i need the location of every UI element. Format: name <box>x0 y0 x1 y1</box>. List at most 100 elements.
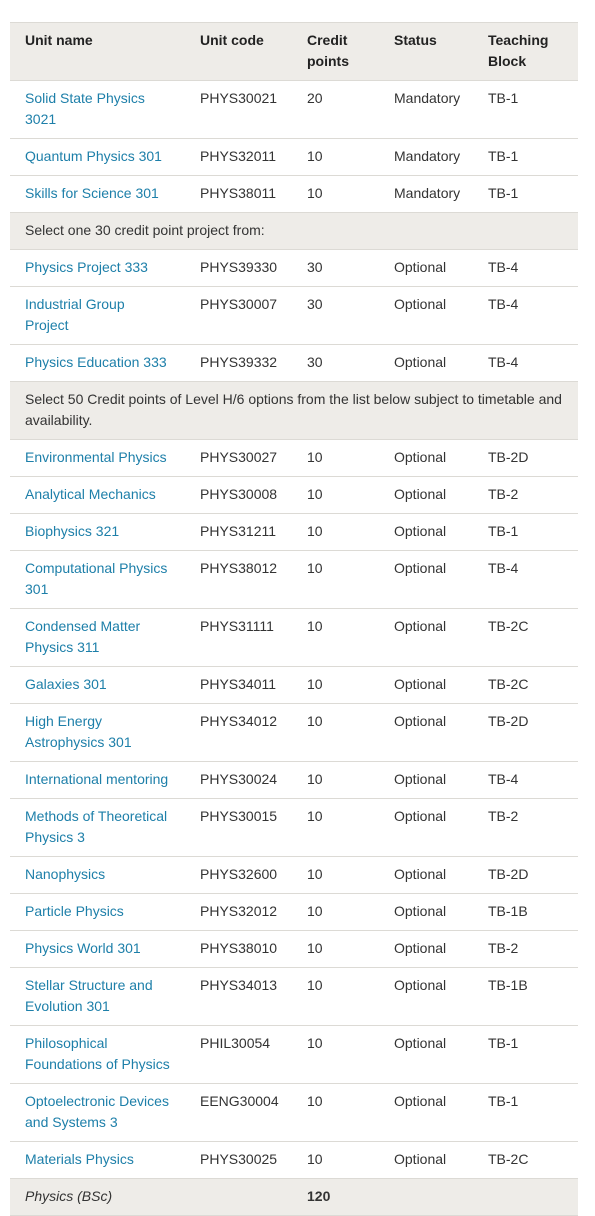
unit-link[interactable]: High Energy Astrophysics 301 <box>25 713 132 750</box>
table-row: Galaxies 301 PHYS34011 10 Optional TB-2C <box>10 666 578 704</box>
unit-link[interactable]: Stellar Structure and Evolution 301 <box>25 977 153 1014</box>
table-row: Physics World 301 PHYS38010 10 Optional TB-2 <box>10 930 578 968</box>
unit-code: PHYS39332 <box>185 344 292 382</box>
status: Optional <box>379 249 473 287</box>
header-teaching-block: Teaching Block <box>473 22 578 81</box>
programme-name: Physics (BSc) <box>10 1178 185 1216</box>
table-row: Physics Project 333 PHYS39330 30 Optional TB… <box>10 249 578 287</box>
credit-points: 10 <box>292 856 379 894</box>
unit-code: PHYS32011 <box>185 138 292 176</box>
unit-code: PHIL30054 <box>185 1025 292 1084</box>
unit-link[interactable]: Environmental Physics <box>25 449 167 465</box>
table-row: Biophysics 321 PHYS31211 10 Optional TB-1 <box>10 513 578 551</box>
unit-code: PHYS30008 <box>185 476 292 514</box>
unit-link[interactable]: Methods of Theoretical Physics 3 <box>25 808 167 845</box>
teaching-block: TB-2D <box>473 703 578 762</box>
unit-link[interactable]: Quantum Physics 301 <box>25 148 162 164</box>
status: Optional <box>379 856 473 894</box>
credit-points: 30 <box>292 344 379 382</box>
teaching-block: TB-2D <box>473 439 578 477</box>
teaching-block: TB-2C <box>473 666 578 704</box>
status: Optional <box>379 761 473 799</box>
unit-link[interactable]: Galaxies 301 <box>25 676 107 692</box>
unit-link[interactable]: Analytical Mechanics <box>25 486 156 502</box>
teaching-block: TB-1 <box>473 138 578 176</box>
credit-points: 10 <box>292 175 379 213</box>
table-row: International mentoring PHYS30024 10 Option… <box>10 761 578 799</box>
teaching-block: TB-1B <box>473 967 578 1026</box>
status: Optional <box>379 439 473 477</box>
credit-points: 10 <box>292 138 379 176</box>
unit-name-cell: Physics Education 333 <box>10 344 185 382</box>
table-row: Skills for Science 301 PHYS38011 10 Mandato… <box>10 175 578 213</box>
status: Mandatory <box>379 175 473 213</box>
unit-link[interactable]: Computational Physics 301 <box>25 560 167 597</box>
unit-name-cell: Biophysics 321 <box>10 513 185 551</box>
credit-points: 10 <box>292 1083 379 1142</box>
unit-link[interactable]: Physics World 301 <box>25 940 141 956</box>
credit-points: 10 <box>292 439 379 477</box>
unit-link[interactable]: Physics Project 333 <box>25 259 148 275</box>
unit-code: PHYS30025 <box>185 1141 292 1179</box>
group-heading: Select one 30 credit point project from: <box>10 212 578 250</box>
table-row: Materials Physics PHYS30025 10 Optional TB-2… <box>10 1141 578 1179</box>
unit-name-cell: Nanophysics <box>10 856 185 894</box>
credit-points: 10 <box>292 1141 379 1179</box>
unit-link[interactable]: Biophysics 321 <box>25 523 119 539</box>
credit-points: 10 <box>292 761 379 799</box>
unit-link[interactable]: Physics Education 333 <box>25 354 167 370</box>
teaching-block: TB-1 <box>473 175 578 213</box>
status: Optional <box>379 703 473 762</box>
table-row: Particle Physics PHYS32012 10 Optional TB-1B <box>10 893 578 931</box>
unit-link[interactable]: Philosophical Foundations of Physics <box>25 1035 170 1072</box>
unit-name-cell: Environmental Physics <box>10 439 185 477</box>
unit-name-cell: Particle Physics <box>10 893 185 931</box>
status: Optional <box>379 666 473 704</box>
units-table: Unit name Unit code Credit points Status… <box>10 22 578 1216</box>
status: Mandatory <box>379 138 473 176</box>
unit-link[interactable]: Particle Physics <box>25 903 124 919</box>
total-credit-points: 120 <box>292 1178 379 1216</box>
credit-points: 10 <box>292 550 379 609</box>
credit-points: 10 <box>292 893 379 931</box>
header-unit-name: Unit name <box>10 22 185 81</box>
unit-link[interactable]: Materials Physics <box>25 1151 134 1167</box>
empty-cell <box>379 1178 473 1216</box>
unit-name-cell: High Energy Astrophysics 301 <box>10 703 185 762</box>
table-row: Computational Physics 301 PHYS38012 10 Opti… <box>10 550 578 609</box>
unit-link[interactable]: Industrial Group Project <box>25 296 125 333</box>
unit-link[interactable]: International mentoring <box>25 771 168 787</box>
status: Optional <box>379 798 473 857</box>
status: Optional <box>379 476 473 514</box>
teaching-block: TB-1B <box>473 893 578 931</box>
status: Optional <box>379 1141 473 1179</box>
unit-code: PHYS34011 <box>185 666 292 704</box>
unit-code: PHYS38011 <box>185 175 292 213</box>
teaching-block: TB-4 <box>473 286 578 345</box>
table-row: Philosophical Foundations of Physics PHIL… <box>10 1025 578 1084</box>
credit-points: 10 <box>292 608 379 667</box>
table-row: Environmental Physics PHYS30027 10 Optional… <box>10 439 578 477</box>
table-row: Industrial Group Project PHYS30007 30 Optio… <box>10 286 578 345</box>
table-row: Quantum Physics 301 PHYS32011 10 Mandatory T… <box>10 138 578 176</box>
credit-points: 10 <box>292 1025 379 1084</box>
table-row: Nanophysics PHYS32600 10 Optional TB-2D <box>10 856 578 894</box>
unit-link[interactable]: Skills for Science 301 <box>25 185 159 201</box>
unit-link[interactable]: Nanophysics <box>25 866 105 882</box>
unit-link[interactable]: Optoelectronic Devices and Systems 3 <box>25 1093 169 1130</box>
status: Optional <box>379 1083 473 1142</box>
table-row: Optoelectronic Devices and Systems 3 EENG… <box>10 1083 578 1142</box>
unit-name-cell: Stellar Structure and Evolution 301 <box>10 967 185 1026</box>
teaching-block: TB-2C <box>473 1141 578 1179</box>
unit-name-cell: Quantum Physics 301 <box>10 138 185 176</box>
unit-name-cell: International mentoring <box>10 761 185 799</box>
status: Optional <box>379 967 473 1026</box>
unit-name-cell: Physics World 301 <box>10 930 185 968</box>
table-row: High Energy Astrophysics 301 PHYS34012 10 O… <box>10 703 578 762</box>
unit-link[interactable]: Solid State Physics 3021 <box>25 90 145 127</box>
unit-link[interactable]: Condensed Matter Physics 311 <box>25 618 140 655</box>
teaching-block: TB-2 <box>473 930 578 968</box>
unit-code: PHYS30007 <box>185 286 292 345</box>
status: Optional <box>379 513 473 551</box>
teaching-block: TB-2 <box>473 476 578 514</box>
